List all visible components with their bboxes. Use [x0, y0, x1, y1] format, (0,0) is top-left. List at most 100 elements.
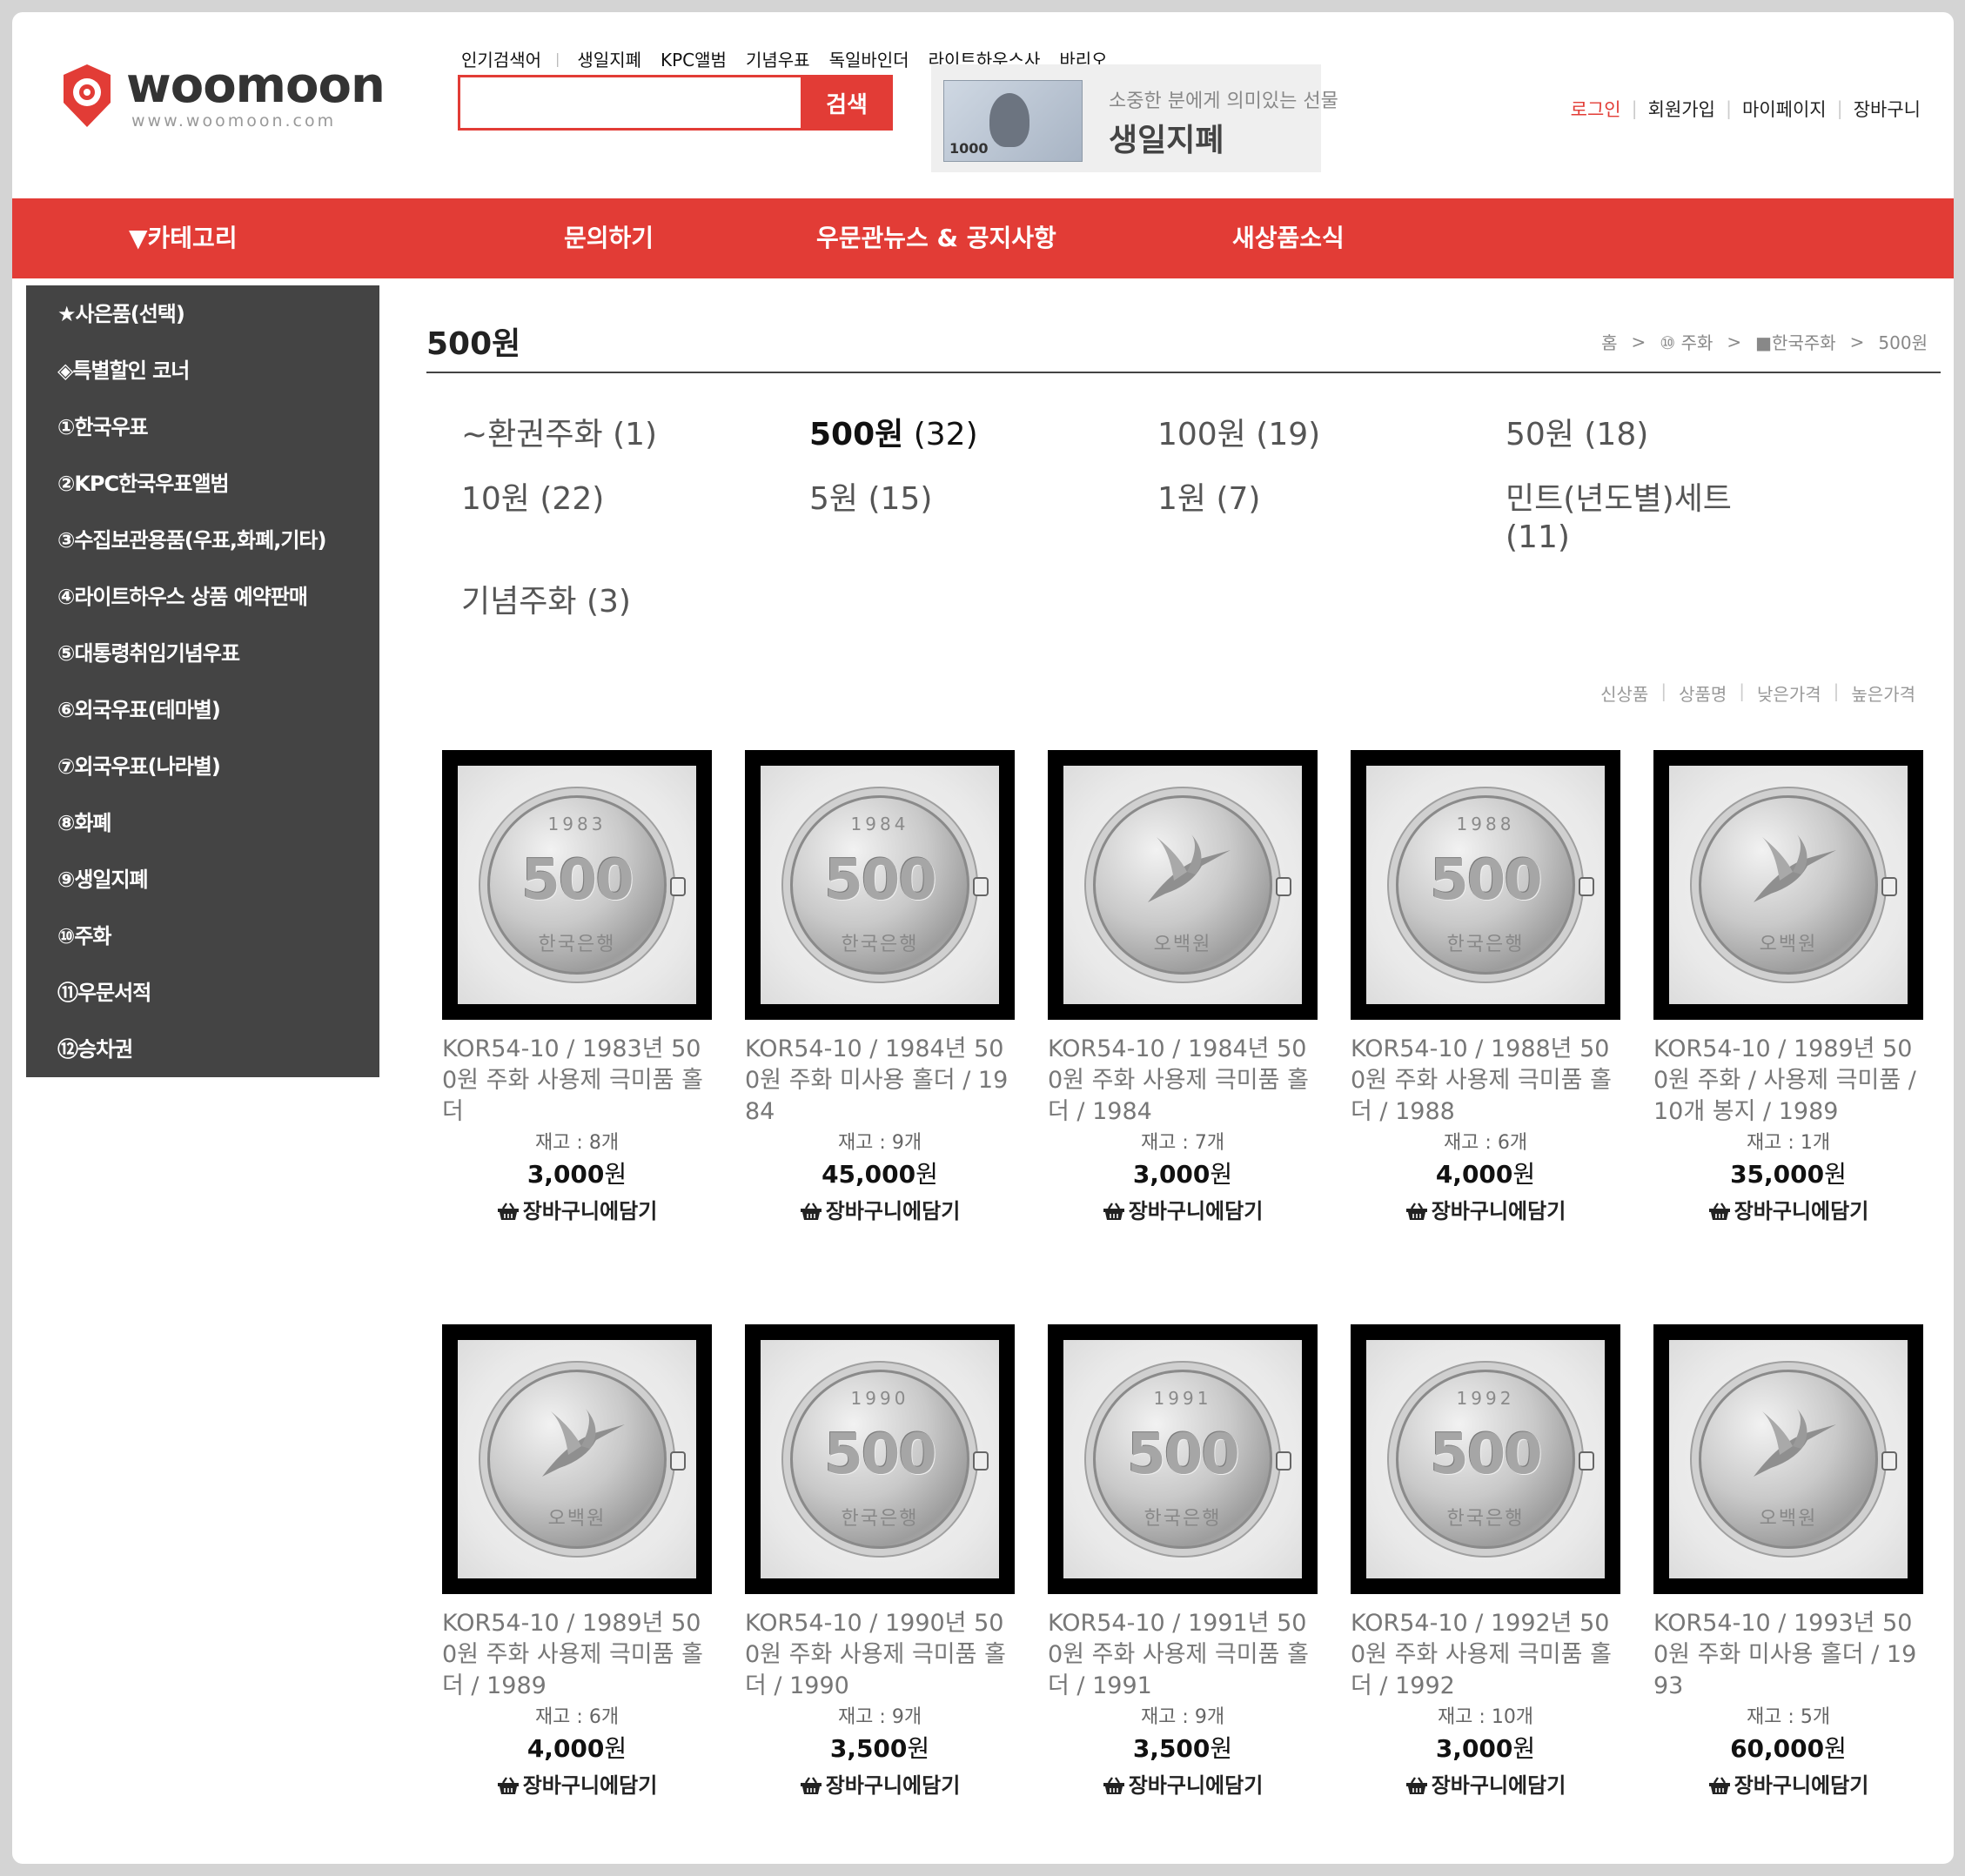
popular-keyword[interactable]: 독일바인더: [829, 46, 909, 71]
product-image[interactable]: 1990 500 한국은행: [745, 1324, 1015, 1594]
product-name[interactable]: KOR54-10 / 1989년 500원 주화 사용제 극미품 홀더 / 19…: [442, 1608, 712, 1702]
subcategory-link[interactable]: 100원 (19): [1157, 416, 1320, 454]
product-card[interactable]: 1990 500 한국은행 KOR54-10 / 1990년 500원 주화 사용제 …: [745, 1324, 1015, 1801]
menu-separator: |: [1631, 98, 1638, 119]
breadcrumb-home[interactable]: 홈: [1601, 329, 1617, 354]
subcategory-link[interactable]: 1원 (7): [1157, 480, 1260, 519]
add-to-cart-button[interactable]: 장바구니에담기: [442, 1196, 712, 1227]
subcategory-link[interactable]: 5원 (15): [809, 480, 932, 519]
product-name[interactable]: KOR54-10 / 1984년 500원 주화 미사용 홀더 / 1984: [745, 1034, 1015, 1128]
cart-link[interactable]: 장바구니: [1854, 96, 1921, 122]
product-name[interactable]: KOR54-10 / 1989년 500원 주화 / 사용제 극미품 / 10개…: [1653, 1034, 1923, 1128]
subcategory-link[interactable]: 10원 (22): [461, 480, 604, 519]
sidebar-item-lighthouse-preorder[interactable]: ④라이트하우스 상품 예약판매: [26, 573, 379, 630]
search-button[interactable]: 검색: [801, 75, 893, 131]
sidebar-item-birthday-notes[interactable]: ⑨생일지폐: [26, 856, 379, 913]
add-to-cart-button[interactable]: 장바구니에담기: [745, 1196, 1015, 1227]
mypage-link[interactable]: 마이페이지: [1742, 96, 1827, 122]
sidebar-item-korean-stamps[interactable]: ①한국우표: [26, 404, 379, 460]
product-name[interactable]: KOR54-10 / 1991년 500원 주화 사용제 극미품 홀더 / 19…: [1048, 1608, 1318, 1702]
product-card[interactable]: 오백원 KOR54-10 / 1989년 500원 주화 / 사용제 극미품 / …: [1653, 750, 1923, 1227]
popular-keyword[interactable]: KPC앨범: [661, 46, 727, 71]
sidebar-item-storage-supplies[interactable]: ③수집보관용품(우표,화폐,기타): [26, 517, 379, 573]
add-to-cart-button[interactable]: 장바구니에담기: [1048, 1770, 1318, 1801]
subcategory-link[interactable]: 민트(년도별)세트 (11): [1506, 480, 1732, 557]
product-card[interactable]: 오백원 KOR54-10 / 1993년 500원 주화 미사용 홀더 / 199…: [1653, 1324, 1923, 1801]
product-card[interactable]: 1984 500 한국은행 KOR54-10 / 1984년 500원 주화 미사용 …: [745, 750, 1015, 1227]
product-image[interactable]: 1991 500 한국은행: [1048, 1324, 1318, 1594]
sort-low-price[interactable]: 낮은가격: [1757, 680, 1821, 706]
sort-newest[interactable]: 신상품: [1600, 680, 1648, 706]
subcategory-link[interactable]: 50원 (18): [1506, 416, 1648, 454]
sidebar-item-foreign-theme[interactable]: ⑥외국우표(테마별): [26, 687, 379, 743]
product-stock: 재고 : 9개: [837, 1706, 922, 1728]
product-image[interactable]: 1984 500 한국은행: [745, 750, 1015, 1020]
product-name[interactable]: KOR54-10 / 1988년 500원 주화 사용제 극미품 홀더 / 19…: [1351, 1034, 1620, 1128]
product-card[interactable]: 1992 500 한국은행 KOR54-10 / 1992년 500원 주화 사용제 …: [1351, 1324, 1620, 1801]
product-image[interactable]: 오백원: [1653, 750, 1923, 1020]
search-input[interactable]: [458, 75, 801, 131]
product-card[interactable]: 1988 500 한국은행 KOR54-10 / 1988년 500원 주화 사용제 …: [1351, 750, 1620, 1227]
join-link[interactable]: 회원가입: [1648, 96, 1715, 122]
product-name[interactable]: KOR54-10 / 1984년 500원 주화 사용제 극미품 홀더 / 19…: [1048, 1034, 1318, 1128]
popular-keyword[interactable]: 생일지폐: [577, 46, 641, 71]
product-stock: 재고 : 8개: [534, 1132, 620, 1154]
subcategory-link[interactable]: 기념주화 (3): [461, 583, 631, 621]
product-card[interactable]: 오백원 KOR54-10 / 1984년 500원 주화 사용제 극미품 홀더 /…: [1048, 750, 1318, 1227]
breadcrumb-coins[interactable]: ⑩ 주화: [1660, 329, 1713, 354]
product-price: 3,500원: [745, 1733, 1015, 1765]
breadcrumb-korean-coins[interactable]: ■한국주화: [1755, 329, 1836, 354]
birthday-note-banner[interactable]: 1000 소중한 분에게 의미있는 선물 생일지폐: [931, 64, 1338, 172]
subcategory-link-active[interactable]: 500원 (32): [809, 416, 978, 454]
add-to-cart-button[interactable]: 장바구니에담기: [442, 1770, 712, 1801]
product-card[interactable]: 오백원 KOR54-10 / 1989년 500원 주화 사용제 극미품 홀더 /…: [442, 1324, 712, 1801]
sort-high-price[interactable]: 높은가격: [1851, 680, 1915, 706]
coin-photo: 1988 500 한국은행: [1366, 766, 1605, 1004]
nav-news[interactable]: 우문관뉴스 & 공지사항: [816, 198, 1056, 278]
product-card[interactable]: 1983 500 한국은행 KOR54-10 / 1983년 500원 주화 사용제 …: [442, 750, 712, 1227]
add-to-cart-button[interactable]: 장바구니에담기: [745, 1770, 1015, 1801]
product-name[interactable]: KOR54-10 / 1993년 500원 주화 미사용 홀더 / 1993: [1653, 1608, 1923, 1702]
product-image[interactable]: 1983 500 한국은행: [442, 750, 712, 1020]
product-card[interactable]: 1991 500 한국은행 KOR54-10 / 1991년 500원 주화 사용제 …: [1048, 1324, 1318, 1801]
add-to-cart-button[interactable]: 장바구니에담기: [1351, 1770, 1620, 1801]
add-to-cart-button[interactable]: 장바구니에담기: [1653, 1770, 1923, 1801]
product-image[interactable]: 1992 500 한국은행: [1351, 1324, 1620, 1594]
chevron-right-icon: >: [1727, 331, 1742, 352]
login-link[interactable]: 로그인: [1571, 96, 1621, 122]
add-to-cart-button[interactable]: 장바구니에담기: [1048, 1196, 1318, 1227]
sidebar-item-tickets[interactable]: ⑫승차권: [26, 1026, 379, 1082]
coin-icon: 1988 500 한국은행: [1396, 795, 1575, 975]
subcategory-link[interactable]: ~환권주화 (1): [461, 416, 657, 454]
coin-icon: 오백원: [487, 1370, 667, 1549]
popular-keyword[interactable]: 기념우표: [746, 46, 810, 71]
nav-category[interactable]: ▼카테고리: [129, 198, 238, 278]
add-to-cart-button[interactable]: 장바구니에담기: [1653, 1196, 1923, 1227]
sidebar-item-foreign-country[interactable]: ⑦외국우표(나라별): [26, 743, 379, 800]
site-logo[interactable]: woomoon www.woomoon.com: [60, 56, 386, 143]
holder-clip-icon: [670, 877, 686, 896]
product-image[interactable]: 오백원: [1653, 1324, 1923, 1594]
product-name[interactable]: KOR54-10 / 1992년 500원 주화 사용제 극미품 홀더 / 19…: [1351, 1608, 1620, 1702]
basket-icon: [1405, 1203, 1427, 1220]
nav-new-products[interactable]: 새상품소식: [1232, 198, 1345, 278]
add-to-cart-label: 장바구니에담기: [1128, 1773, 1264, 1798]
sort-name[interactable]: 상품명: [1679, 680, 1727, 706]
product-image[interactable]: 오백원: [1048, 750, 1318, 1020]
coin-year: 1991: [1153, 1388, 1212, 1409]
product-name[interactable]: KOR54-10 / 1990년 500원 주화 사용제 극미품 홀더 / 19…: [745, 1608, 1015, 1702]
sidebar-item-currency[interactable]: ⑧화폐: [26, 800, 379, 856]
product-name[interactable]: KOR54-10 / 1983년 500원 주화 사용제 극미품 홀더: [442, 1034, 712, 1128]
sidebar-item-coins[interactable]: ⑩주화: [26, 913, 379, 969]
add-to-cart-button[interactable]: 장바구니에담기: [1351, 1196, 1620, 1227]
sidebar-item-special-sale[interactable]: ◈특별할인 코너: [26, 347, 379, 404]
nav-inquiry[interactable]: 문의하기: [564, 198, 654, 278]
product-image[interactable]: 1988 500 한국은행: [1351, 750, 1620, 1020]
sidebar-item-gift[interactable]: ★사은품(선택): [26, 291, 379, 347]
crane-icon: [1754, 1409, 1836, 1477]
sidebar-item-books[interactable]: ⑪우문서적: [26, 969, 379, 1026]
sidebar-item-inauguration-stamps[interactable]: ⑤대통령취임기념우표: [26, 630, 379, 687]
sidebar-item-kpc-album[interactable]: ②KPC한국우표앨범: [26, 460, 379, 517]
product-image[interactable]: 오백원: [442, 1324, 712, 1594]
product-stock: 재고 : 9개: [837, 1132, 922, 1154]
